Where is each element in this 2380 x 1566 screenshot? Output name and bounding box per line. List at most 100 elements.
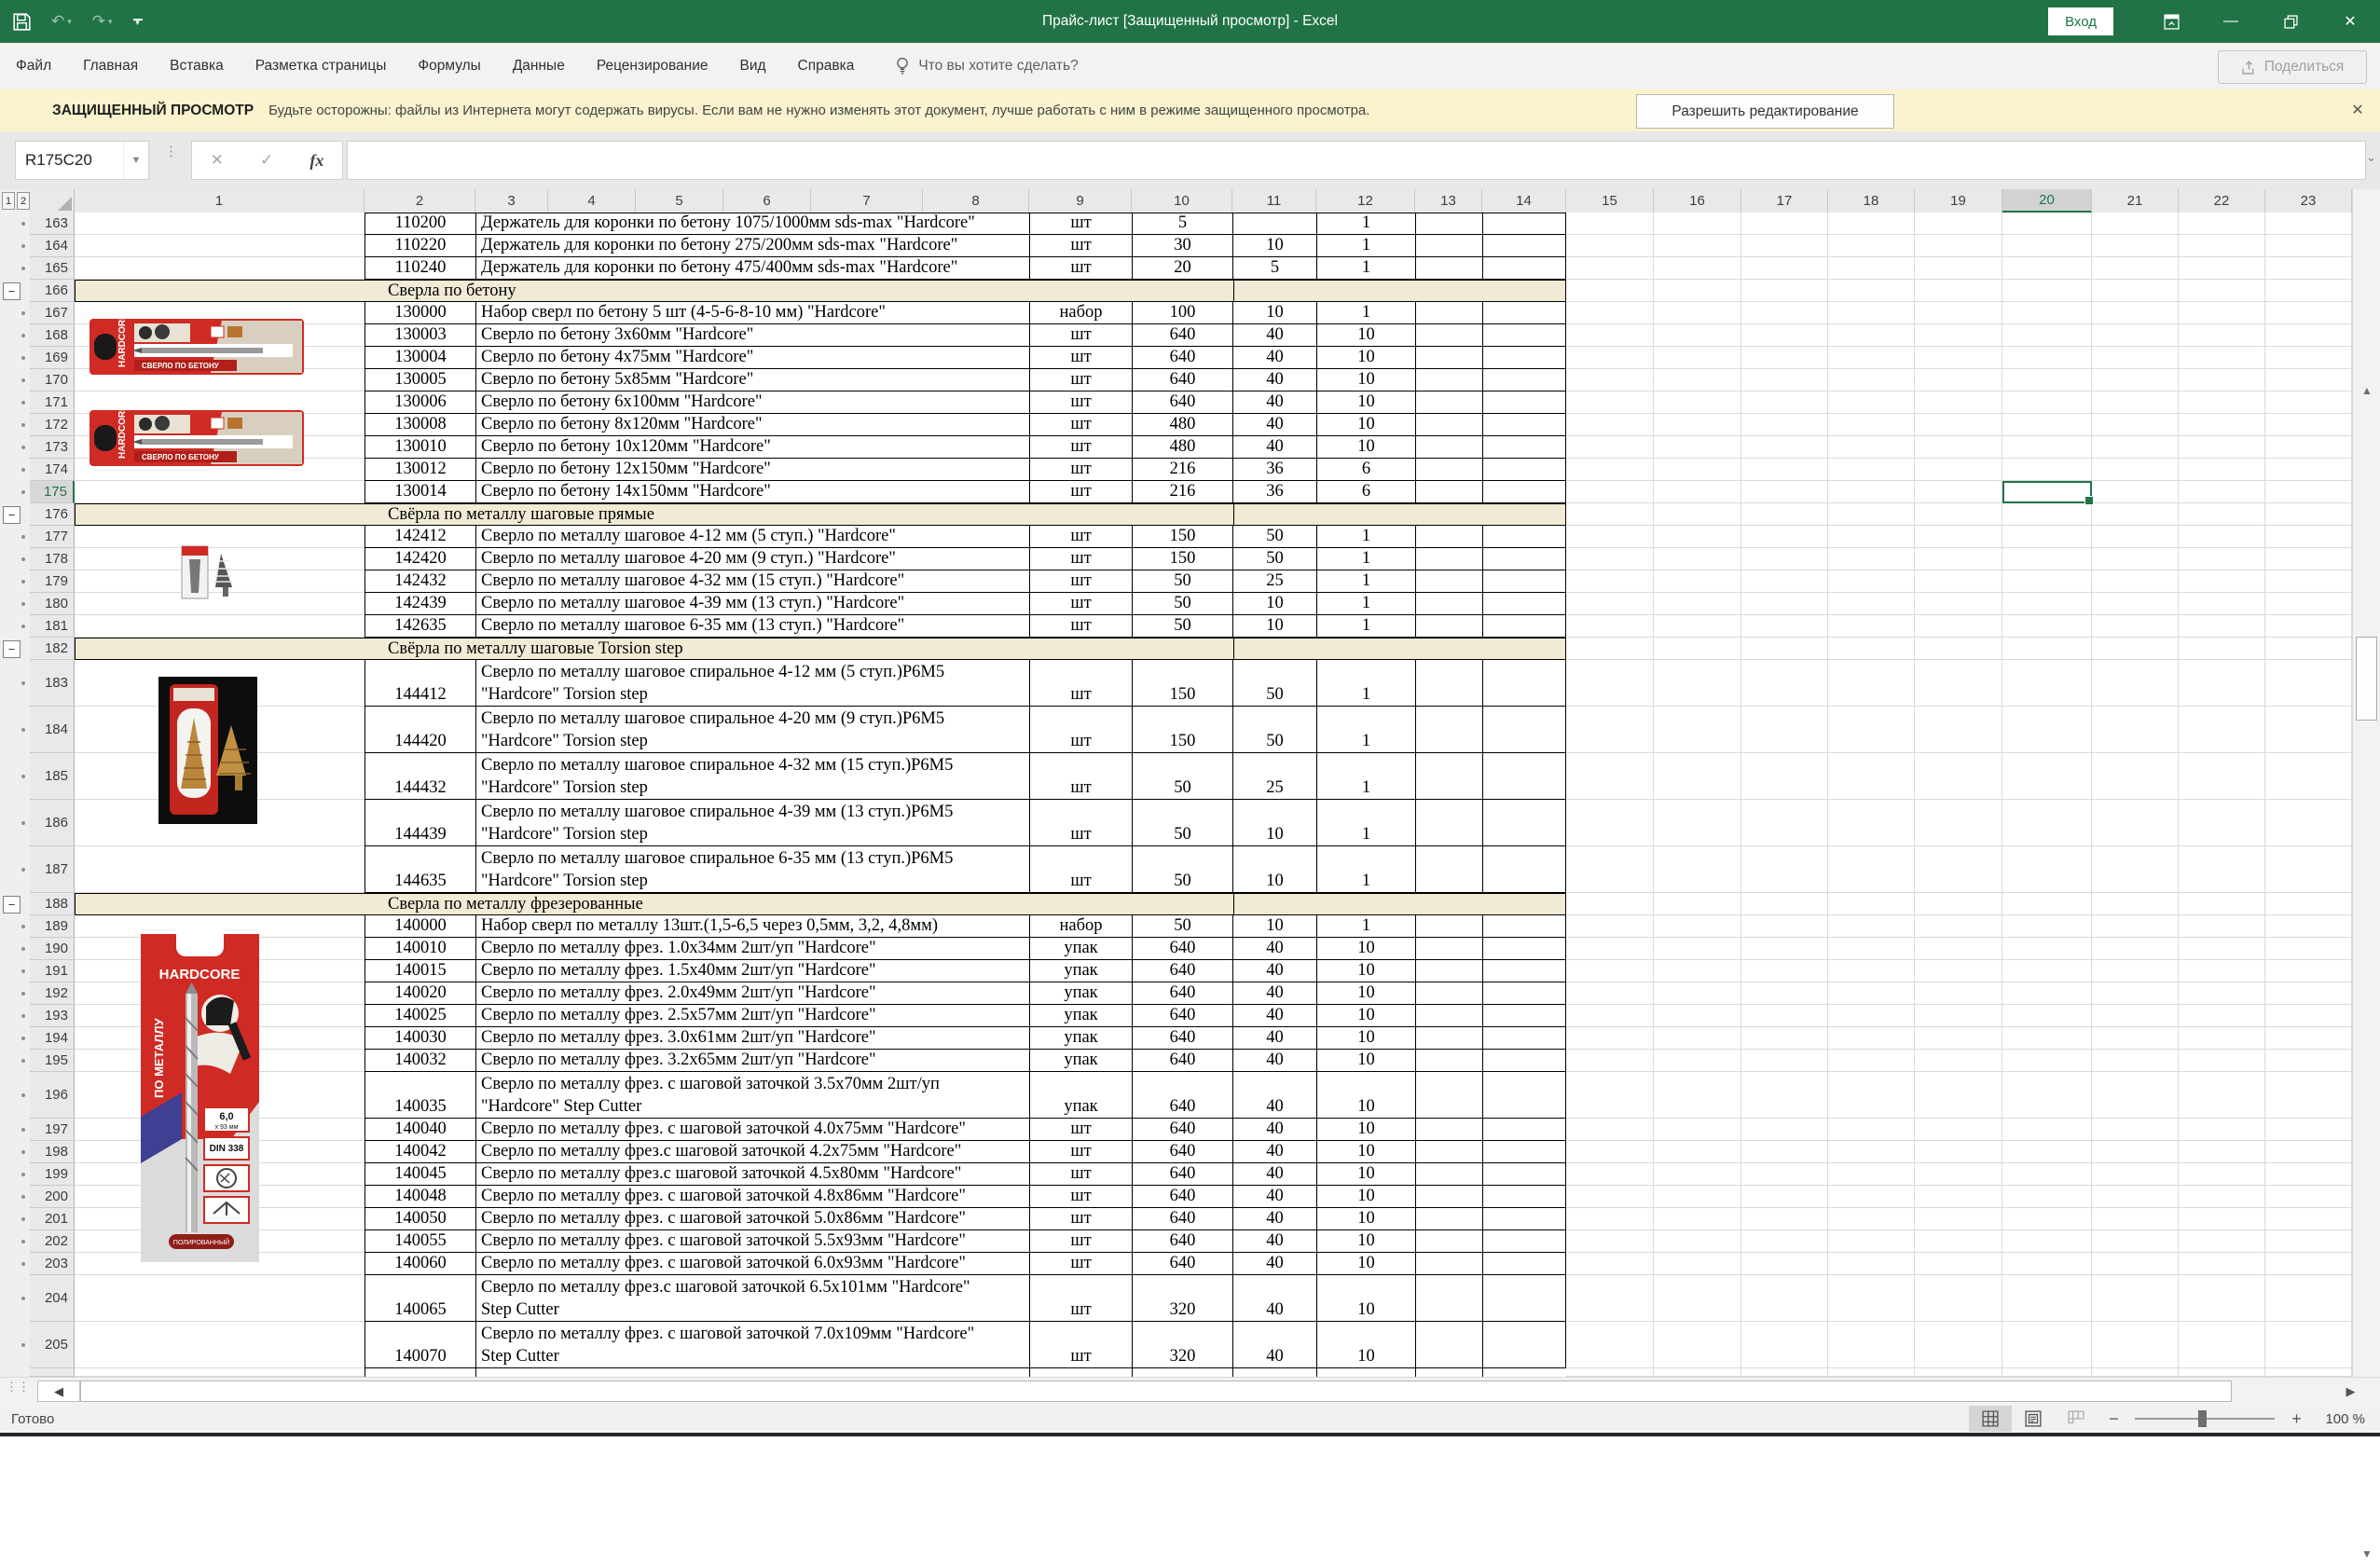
cell-blank[interactable]	[1828, 280, 1915, 302]
cell-unit[interactable]: шт	[1029, 459, 1132, 481]
cell-blank[interactable]	[2265, 324, 2352, 347]
cell-blank[interactable]	[2002, 548, 2092, 570]
cell-unit[interactable]: шт	[1029, 1208, 1132, 1230]
scroll-right-icon[interactable]: ▶	[2329, 1381, 2373, 1402]
cell-blank[interactable]	[1566, 392, 1654, 414]
cell-qty-mult[interactable]: 1	[1316, 915, 1415, 938]
cell-qty-min[interactable]: 40	[1232, 1186, 1316, 1208]
cell-blank[interactable]	[1828, 1230, 1915, 1253]
tab-Главная[interactable]: Главная	[67, 43, 154, 89]
cell-blank[interactable]	[2092, 1275, 2179, 1322]
cell-blank[interactable]	[2002, 1050, 2092, 1072]
cell-code[interactable]: 130010	[365, 436, 475, 459]
cell-blank[interactable]	[1915, 235, 2002, 257]
cell-blank[interactable]	[2179, 1072, 2265, 1119]
cell-blank[interactable]	[2179, 324, 2265, 347]
cell-blank[interactable]	[1654, 800, 1741, 846]
cell-blank[interactable]	[2002, 526, 2092, 548]
cell-empty[interactable]	[1316, 1368, 1415, 1377]
cell-empty[interactable]	[1482, 915, 1566, 938]
cell-blank[interactable]	[1828, 1027, 1915, 1050]
row-header-180[interactable]: 180	[30, 593, 75, 615]
cell-blank[interactable]	[2002, 280, 2092, 302]
cell-empty[interactable]	[1482, 347, 1566, 369]
cell-blank[interactable]	[1915, 1186, 2002, 1208]
cell-description[interactable]: Держатель для коронки по бетону 1075/100…	[475, 213, 1029, 235]
vertical-scrollbar[interactable]: ▲ ▼	[2352, 189, 2380, 1377]
cell-unit[interactable]: шт	[1029, 526, 1132, 548]
cell-blank[interactable]	[1654, 1275, 1741, 1322]
cell-blank[interactable]	[2002, 660, 2092, 707]
cell-empty[interactable]	[1415, 1027, 1482, 1050]
cell-unit[interactable]: шт	[1029, 707, 1132, 753]
cell-empty[interactable]	[1415, 414, 1482, 436]
cell-description[interactable]: Держатель для коронки по бетону 475/400м…	[475, 257, 1029, 280]
cell-blank[interactable]	[1566, 753, 1654, 800]
cell-blank[interactable]	[1828, 526, 1915, 548]
cell-blank[interactable]	[1915, 459, 2002, 481]
cell-blank[interactable]	[1566, 570, 1654, 593]
cell-qty-min[interactable]: 50	[1232, 660, 1316, 707]
cell-blank[interactable]	[2265, 1141, 2352, 1163]
cell-blank[interactable]	[1828, 846, 1915, 893]
cell-unit[interactable]: упак	[1029, 1050, 1132, 1072]
cell-qty-mult[interactable]: 10	[1316, 392, 1415, 414]
cell-qty-min[interactable]: 10	[1232, 800, 1316, 846]
zoom-out-icon[interactable]: −	[2098, 1406, 2129, 1432]
cell-code[interactable]: 130005	[365, 369, 475, 392]
cell-description[interactable]: Сверло по металлу фрез. 3.2х65мм 2шт/уп …	[475, 1050, 1029, 1072]
cell-code[interactable]: 142439	[365, 593, 475, 615]
cell-qty-mult[interactable]: 6	[1316, 481, 1415, 503]
cell-empty[interactable]	[1415, 459, 1482, 481]
cell-blank[interactable]	[2002, 414, 2092, 436]
zoom-slider-thumb[interactable]	[2198, 1410, 2207, 1427]
cell-blank[interactable]	[1828, 1163, 1915, 1186]
section-header-cell[interactable]: Свёрла по металлу шаговые прямые	[75, 503, 1566, 526]
cell-qty-mult[interactable]: 1	[1316, 593, 1415, 615]
cell-blank[interactable]	[2092, 1141, 2179, 1163]
row-header-168[interactable]: 168	[30, 324, 75, 347]
cell-qty-mult[interactable]: 10	[1316, 347, 1415, 369]
cell-blank[interactable]	[1654, 753, 1741, 800]
cell-description[interactable]: Сверло по металлу фрез. с шаговой заточк…	[475, 1072, 1029, 1119]
cell-empty[interactable]	[1415, 615, 1482, 638]
cell-blank[interactable]	[2265, 660, 2352, 707]
cell-blank[interactable]	[1828, 1253, 1915, 1275]
cell-blank[interactable]	[1566, 503, 1654, 526]
cell-blank[interactable]	[2179, 1208, 2265, 1230]
cell-qty-mult[interactable]: 1	[1316, 548, 1415, 570]
cell-blank[interactable]	[1654, 1186, 1741, 1208]
cell-empty[interactable]	[1482, 414, 1566, 436]
cell-unit[interactable]: шт	[1029, 481, 1132, 503]
cell-blank[interactable]	[1741, 1186, 1828, 1208]
cell-blank[interactable]	[1741, 459, 1828, 481]
cell-image-column[interactable]	[75, 846, 365, 893]
cell-blank[interactable]	[1566, 1322, 1654, 1368]
cell-qty-box[interactable]: 640	[1132, 1186, 1232, 1208]
row-header-173[interactable]: 173	[30, 436, 75, 459]
cell-code[interactable]: 140055	[365, 1230, 475, 1253]
cell-empty[interactable]	[1482, 1275, 1566, 1322]
cell-unit[interactable]: шт	[1029, 1119, 1132, 1141]
cell-blank[interactable]	[1915, 593, 2002, 615]
cell-blank[interactable]	[1566, 960, 1654, 982]
row-header-163[interactable]: 163	[30, 213, 75, 235]
cell-blank[interactable]	[2265, 982, 2352, 1005]
cell-blank[interactable]	[1566, 1186, 1654, 1208]
name-box[interactable]: R175C20 ▼	[15, 141, 149, 180]
cell-blank[interactable]	[2265, 707, 2352, 753]
cell-blank[interactable]	[1828, 481, 1915, 503]
cell-qty-min[interactable]: 40	[1232, 347, 1316, 369]
cell-blank[interactable]	[1741, 593, 1828, 615]
cell-blank[interactable]	[1915, 1005, 2002, 1027]
cell-empty[interactable]	[1482, 593, 1566, 615]
cell-blank[interactable]	[2179, 570, 2265, 593]
tab-Данные[interactable]: Данные	[497, 43, 581, 89]
cell-qty-box[interactable]: 50	[1132, 800, 1232, 846]
cell-description[interactable]: Сверло по металлу шаговое 4-39 мм (13 ст…	[475, 593, 1029, 615]
cell-blank[interactable]	[2265, 503, 2352, 526]
cell-blank[interactable]	[1654, 1072, 1741, 1119]
cell-qty-min[interactable]: 40	[1232, 960, 1316, 982]
cell-qty-box[interactable]: 640	[1132, 982, 1232, 1005]
cell-blank[interactable]	[1915, 915, 2002, 938]
